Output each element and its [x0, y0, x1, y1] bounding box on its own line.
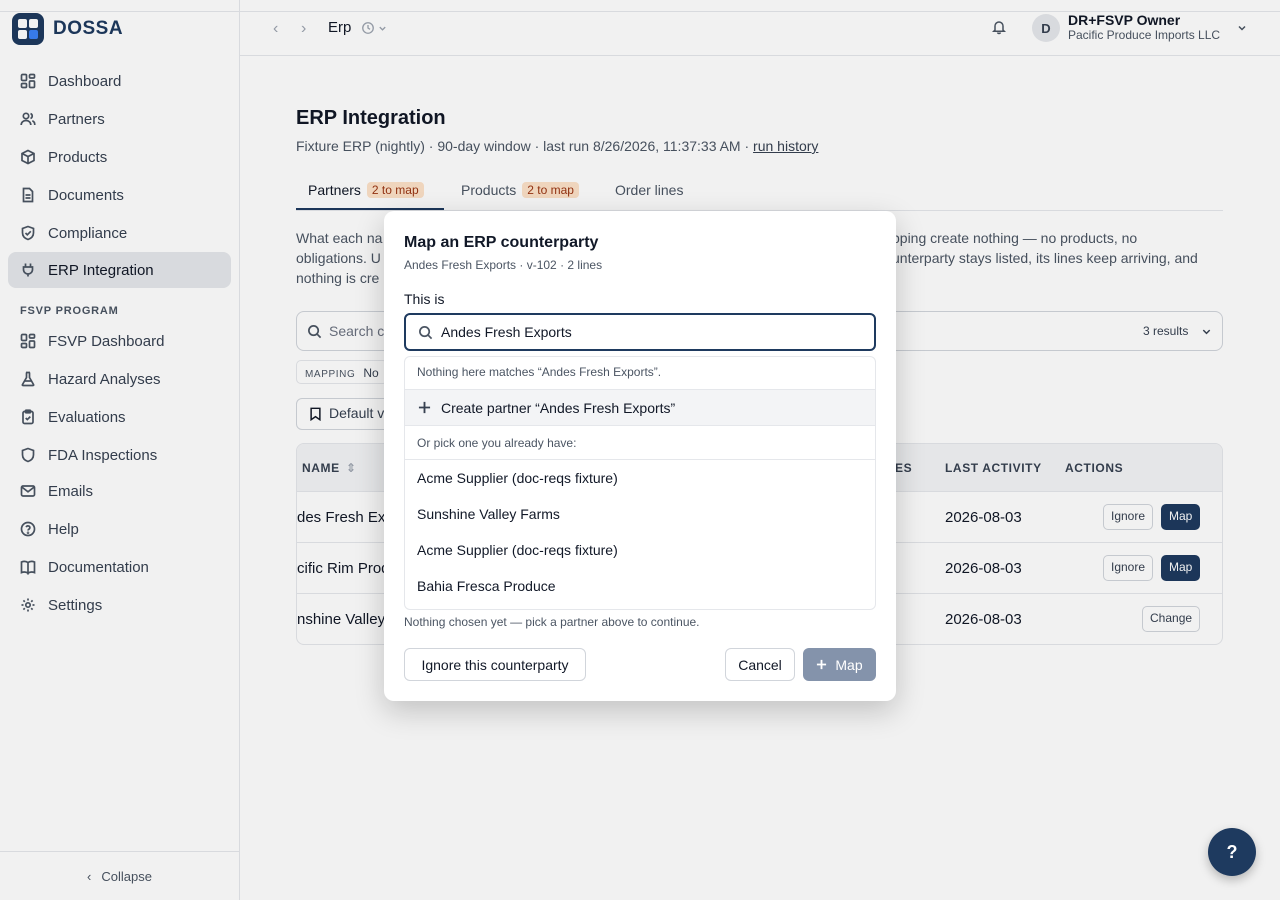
- search-icon: [419, 326, 433, 340]
- partner-search-field[interactable]: [404, 313, 876, 351]
- help-fab-button[interactable]: ?: [1208, 828, 1256, 876]
- pick-existing-header: Or pick one you already have:: [405, 426, 875, 460]
- plus-icon: [817, 659, 827, 670]
- partner-option[interactable]: Sunshine Valley Farms: [417, 506, 560, 522]
- partner-option[interactable]: Acme Supplier (doc-reqs fixture): [417, 542, 618, 558]
- create-partner-option[interactable]: Create partner “Andes Fresh Exports”: [405, 389, 875, 426]
- cancel-button[interactable]: Cancel: [725, 648, 795, 681]
- create-partner-label: Create partner “Andes Fresh Exports”: [441, 400, 676, 416]
- field-label: This is: [404, 291, 445, 307]
- pick-existing-label: Or pick one you already have:: [417, 436, 577, 450]
- no-match-text: Nothing here matches “Andes Fresh Export…: [417, 365, 662, 379]
- partner-search-input[interactable]: [441, 315, 861, 349]
- ignore-counterparty-button[interactable]: Ignore this counterparty: [404, 648, 586, 681]
- partner-option[interactable]: Bahia Fresca Produce: [417, 578, 556, 594]
- modal-subtitle: Andes Fresh Exports · v-102 · 2 lines: [404, 258, 603, 272]
- partner-option[interactable]: Acme Supplier (doc-reqs fixture): [417, 470, 618, 486]
- map-counterparty-modal: Map an ERP counterparty Andes Fresh Expo…: [384, 211, 896, 701]
- modal-title: Map an ERP counterparty: [404, 234, 599, 251]
- plus-icon: [418, 401, 431, 414]
- map-button-label: Map: [835, 656, 863, 673]
- map-submit-button[interactable]: Map: [803, 648, 876, 681]
- partner-dropdown: Nothing here matches “Andes Fresh Export…: [404, 356, 876, 610]
- selection-hint: Nothing chosen yet — pick a partner abov…: [404, 615, 700, 629]
